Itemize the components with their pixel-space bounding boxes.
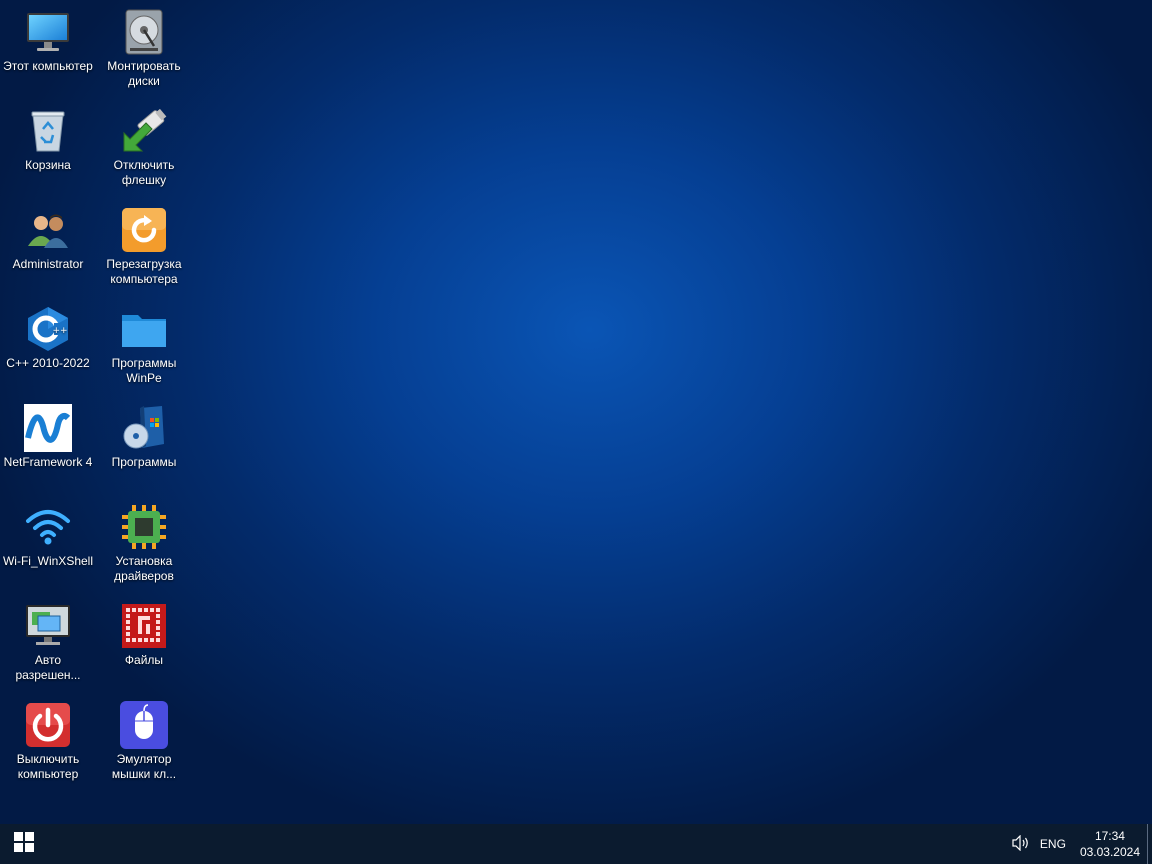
windows-logo-icon [14, 831, 34, 857]
icon-label: Выключить компьютер [16, 752, 80, 781]
wifi-icon [24, 503, 72, 551]
icon-label: Авто разрешен... [15, 653, 81, 682]
folder-icon [120, 305, 168, 353]
desktop-icon-files[interactable]: Файлы [96, 594, 192, 690]
usb-eject-icon [120, 107, 168, 155]
clock-time: 17:34 [1094, 829, 1125, 843]
desktop-icon-install-drivers[interactable]: Установка драйверов [96, 495, 192, 591]
icon-label: C++ 2010-2022 [6, 356, 90, 370]
users-icon [24, 206, 72, 254]
icon-label: Программы [111, 455, 177, 469]
display-settings-icon [24, 602, 72, 650]
icon-label: Программы WinPe [111, 356, 177, 385]
icon-label: Этот компьютер [3, 59, 93, 73]
desktop-icon-recycle-bin[interactable]: Корзина [0, 99, 96, 195]
desktop-icon-shutdown[interactable]: Выключить компьютер [0, 693, 96, 789]
desktop-icon-auto-resolution[interactable]: Авто разрешен... [0, 594, 96, 690]
monitor-icon [24, 8, 72, 56]
chip-icon [120, 503, 168, 551]
desktop-icon-mouse-emulator[interactable]: Эмулятор мышки кл... [96, 693, 192, 789]
start-button[interactable] [0, 824, 48, 864]
icon-label: Wi-Fi_WinXShell [2, 554, 93, 568]
desktop-icon-mount-disks[interactable]: Монтировать диски [96, 0, 192, 96]
desktop-icon-administrator[interactable]: Administrator [0, 198, 96, 294]
icon-label: Монтировать диски [107, 59, 181, 88]
desktop-icon-eject-usb[interactable]: Отключить флешку [96, 99, 192, 195]
icon-label: Файлы [124, 653, 164, 667]
power-icon [24, 701, 72, 749]
desktop-icon-cpp[interactable]: ++ C++ 2010-2022 [0, 297, 96, 393]
restart-icon [120, 206, 168, 254]
clock-date: 03.03.2024 [1079, 845, 1140, 859]
show-desktop-button[interactable] [1147, 824, 1152, 864]
svg-text:++: ++ [52, 326, 67, 336]
icon-label: Корзина [25, 158, 71, 172]
desktop-icon-restart[interactable]: Перезагрузка компьютера [96, 198, 192, 294]
file-manager-icon [120, 602, 168, 650]
desktop-icon-this-pc[interactable]: Этот компьютер [0, 0, 96, 96]
clock[interactable]: 17:34 03.03.2024 [1080, 828, 1140, 860]
icon-label: Перезагрузка компьютера [106, 257, 182, 286]
volume-button[interactable] [1010, 824, 1032, 864]
icon-label: NetFramework 4 [3, 455, 93, 469]
icon-label: Эмулятор мышки кл... [111, 752, 177, 781]
language-indicator[interactable]: ENG [1040, 837, 1066, 851]
desktop-icon-winpe-programs[interactable]: Программы WinPe [96, 297, 192, 393]
taskbar: ENG 17:34 03.03.2024 [0, 824, 1152, 864]
net-framework-icon [24, 404, 72, 452]
hard-drive-icon [120, 8, 168, 56]
icon-label: Administrator [12, 257, 84, 271]
desktop-icon-programs[interactable]: Программы [96, 396, 192, 492]
icon-label: Отключить флешку [113, 158, 175, 187]
desktop-icon-netframework[interactable]: NetFramework 4 [0, 396, 96, 492]
mouse-icon [120, 701, 168, 749]
recycle-bin-icon [24, 107, 72, 155]
icon-label: Установка драйверов [114, 554, 174, 583]
programs-box-icon [120, 404, 168, 452]
system-tray: ENG 17:34 03.03.2024 [1010, 824, 1146, 864]
cpp-icon: ++ [24, 305, 72, 353]
desktop[interactable]: Этот компьютер Корзина Administrator ++ … [0, 0, 1152, 824]
desktop-icon-wifi[interactable]: Wi-Fi_WinXShell [0, 495, 96, 591]
speaker-icon [1012, 834, 1030, 854]
